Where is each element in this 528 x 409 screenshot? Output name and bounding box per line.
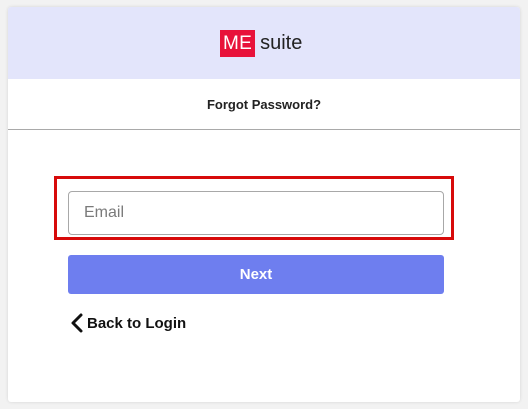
page-title: Forgot Password?: [206, 96, 322, 112]
mesuite-logo: ME suite: [220, 30, 302, 57]
logo-text: suite: [260, 32, 303, 54]
chevron-left-icon: [70, 312, 84, 334]
subheader: Forgot Password?: [8, 79, 520, 130]
next-button-label: Next: [239, 266, 273, 283]
logo-box: ME: [220, 30, 256, 57]
next-button[interactable]: Next: [68, 255, 444, 294]
header: ME suite: [8, 7, 520, 79]
back-to-login-link[interactable]: Back to Login: [70, 312, 186, 334]
back-to-login-label: Back to Login: [87, 314, 187, 332]
email-field[interactable]: [68, 191, 444, 235]
